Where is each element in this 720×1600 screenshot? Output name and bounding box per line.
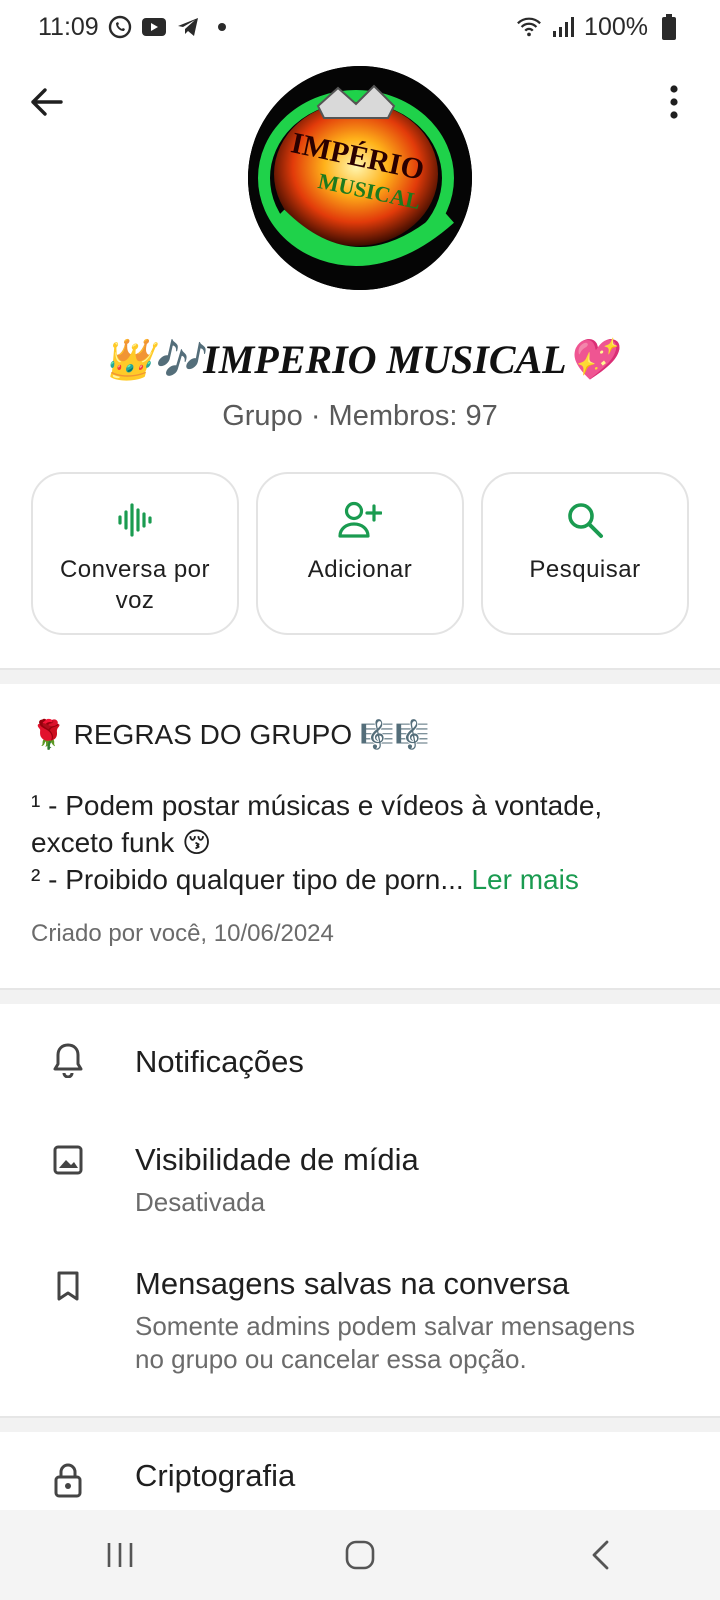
more-vertical-icon <box>670 85 678 119</box>
group-name[interactable]: 👑🎶IMPERIO MUSICAL💖 <box>0 336 720 383</box>
telegram-icon <box>175 14 201 40</box>
description-title: 🌹 REGRAS DO GRUPO 🎼🎼 <box>31 719 430 750</box>
voice-chat-button[interactable]: Conversa por voz <box>31 472 239 635</box>
battery-icon <box>656 14 682 40</box>
section-divider <box>0 1416 720 1432</box>
add-person-icon <box>338 501 382 538</box>
wifi-icon <box>516 14 542 40</box>
voice-wave-icon <box>118 503 152 537</box>
saved-messages-item[interactable]: Mensagens salvas na conversa Somente adm… <box>0 1246 720 1416</box>
group-subtitle: Grupo · Membros: 97 <box>222 400 498 432</box>
back-nav-button[interactable] <box>570 1525 630 1585</box>
section-divider <box>0 988 720 1004</box>
search-button[interactable]: Pesquisar <box>481 472 689 635</box>
media-visibility-subtitle: Desativada <box>135 1187 266 1217</box>
saved-messages-title: Mensagens salvas na conversa <box>135 1266 570 1301</box>
recent-apps-icon <box>107 1543 133 1567</box>
action-buttons: Conversa por voz Adicionar Pesquisar <box>31 472 689 635</box>
status-left: 11:09 <box>38 13 235 42</box>
description-line-1: ¹ - Podem postar músicas e vídeos à vont… <box>31 790 603 858</box>
search-icon <box>568 503 603 538</box>
battery-percent: 100% <box>584 12 648 41</box>
whatsapp-icon <box>107 14 133 40</box>
description-line-2: ² - Proibido qualquer tipo de porn... <box>31 864 464 895</box>
lock-icon <box>50 1462 86 1498</box>
encryption-title: Criptografia <box>135 1458 296 1493</box>
description-body: ¹ - Podem postar músicas e vídeos à vont… <box>31 787 691 898</box>
created-by-text: Criado por você, 10/06/2024 <box>31 920 334 947</box>
add-member-label: Adicionar <box>307 556 413 583</box>
notifications-item[interactable]: Notificações <box>0 1004 720 1114</box>
recent-apps-button[interactable] <box>90 1525 150 1585</box>
notifications-title: Notificações <box>135 1044 304 1079</box>
bookmark-icon <box>50 1268 86 1304</box>
saved-messages-subtitle: Somente admins podem salvar mensagens no… <box>135 1311 636 1374</box>
group-logo-image: IMPÉRIO MUSICAL <box>248 66 472 290</box>
voice-chat-label: Conversa por voz <box>59 556 211 614</box>
home-icon <box>345 1540 375 1570</box>
group-avatar[interactable]: IMPÉRIO MUSICAL <box>248 66 472 290</box>
status-bar: 11:09 100% <box>0 0 720 54</box>
arrow-left-icon <box>31 88 63 116</box>
status-time: 11:09 <box>38 12 99 41</box>
media-visibility-item[interactable]: Visibilidade de mídia Desativada <box>0 1114 720 1230</box>
media-visibility-title: Visibilidade de mídia <box>135 1142 419 1177</box>
encryption-item[interactable]: Criptografia <box>0 1432 720 1510</box>
image-icon <box>50 1142 86 1178</box>
signal-icon <box>550 14 576 40</box>
system-nav-bar <box>0 1510 720 1600</box>
add-member-button[interactable]: Adicionar <box>256 472 464 635</box>
home-button[interactable] <box>330 1525 390 1585</box>
back-button[interactable] <box>22 78 70 126</box>
youtube-icon <box>141 14 167 40</box>
bell-icon <box>50 1042 86 1078</box>
dot-icon <box>209 14 235 40</box>
group-description[interactable]: 🌹 REGRAS DO GRUPO 🎼🎼 ¹ - Podem postar mú… <box>31 718 691 948</box>
section-divider <box>0 668 720 684</box>
status-right: 100% <box>516 13 682 42</box>
read-more-link[interactable]: Ler mais <box>471 864 578 895</box>
search-label: Pesquisar <box>529 556 641 583</box>
more-options-button[interactable] <box>650 78 698 126</box>
chevron-left-icon <box>592 1540 609 1570</box>
